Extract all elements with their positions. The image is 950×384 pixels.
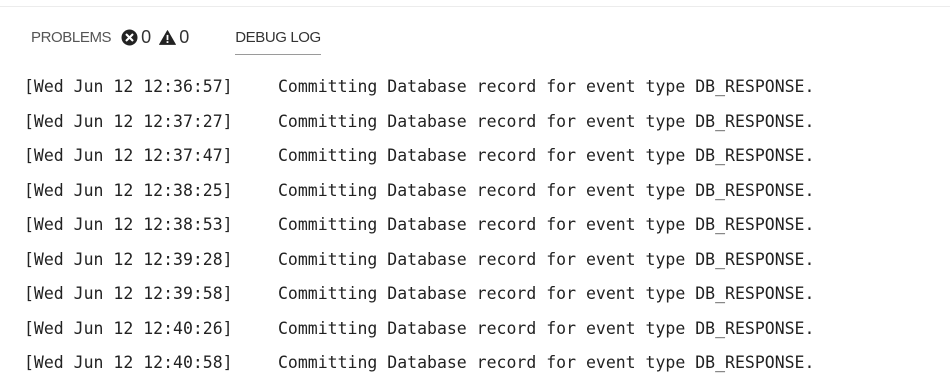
panel-top-divider <box>0 6 950 7</box>
warning-count: 0 <box>179 26 190 47</box>
log-timestamp: [Wed Jun 12 12:37:27] <box>24 111 233 131</box>
error-circle-icon <box>121 29 138 46</box>
debug-log-output[interactable]: [Wed Jun 12 12:36:57] Committing Database… <box>24 73 950 384</box>
log-line: [Wed Jun 12 12:39:58] Committing Database… <box>24 280 950 315</box>
log-timestamp: [Wed Jun 12 12:37:47] <box>24 146 233 165</box>
error-count-group: 0 <box>121 27 151 48</box>
log-line: [Wed Jun 12 12:40:58] Committing Database… <box>24 349 950 384</box>
log-message: Committing Database record for event typ… <box>278 180 815 200</box>
log-line: [Wed Jun 12 12:38:25] Committing Database… <box>24 177 950 212</box>
log-message: Committing Database record for event typ… <box>278 77 815 96</box>
log-message: Committing Database record for event typ… <box>278 111 815 131</box>
log-line: [Wed Jun 12 12:39:28] Committing Database… <box>24 246 950 281</box>
log-message: Committing Database record for event typ… <box>278 249 815 269</box>
panel-tab-bar: PROBLEMS 0 0 DEBUG LOG <box>31 22 321 55</box>
log-timestamp: [Wed Jun 12 12:40:58] <box>24 353 233 372</box>
tab-debug-log-label: DEBUG LOG <box>235 28 321 46</box>
log-timestamp: [Wed Jun 12 12:38:25] <box>24 180 233 200</box>
log-message: Committing Database record for event typ… <box>278 146 815 165</box>
log-timestamp: [Wed Jun 12 12:40:26] <box>24 318 233 338</box>
log-timestamp: [Wed Jun 12 12:38:53] <box>24 215 233 234</box>
log-line: [Wed Jun 12 12:37:47] Committing Database… <box>24 142 950 177</box>
log-line: [Wed Jun 12 12:36:57] Committing Database… <box>24 73 950 108</box>
error-count: 0 <box>141 26 152 47</box>
log-line: [Wed Jun 12 12:40:26] Committing Database… <box>24 315 950 350</box>
tab-problems[interactable]: PROBLEMS 0 0 <box>31 22 189 52</box>
log-message: Committing Database record for event typ… <box>278 284 815 303</box>
warning-count-group: 0 <box>159 27 189 48</box>
log-message: Committing Database record for event typ… <box>278 353 815 372</box>
tab-problems-label: PROBLEMS <box>31 28 112 46</box>
log-message: Committing Database record for event typ… <box>278 318 815 338</box>
log-timestamp: [Wed Jun 12 12:39:28] <box>24 249 233 269</box>
warning-triangle-icon <box>159 29 177 46</box>
log-message: Committing Database record for event typ… <box>278 215 815 234</box>
log-timestamp: [Wed Jun 12 12:36:57] <box>24 77 233 96</box>
tab-debug-log[interactable]: DEBUG LOG <box>235 22 321 55</box>
log-timestamp: [Wed Jun 12 12:39:58] <box>24 284 233 303</box>
log-line: [Wed Jun 12 12:37:27] Committing Database… <box>24 108 950 143</box>
log-line: [Wed Jun 12 12:38:53] Committing Database… <box>24 211 950 246</box>
